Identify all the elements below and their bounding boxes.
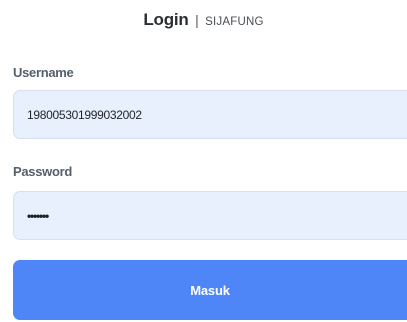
password-label: Password (13, 164, 73, 179)
username-field[interactable]: 198005301999032002 (13, 90, 407, 139)
password-masked-value: ••••••• (27, 208, 49, 223)
title-separator: | (195, 12, 199, 28)
app-name: SIJAFUNG (205, 16, 264, 28)
username-value: 198005301999032002 (27, 107, 142, 122)
login-button-label: Masuk (190, 282, 230, 298)
page-heading: Login | SIJAFUNG (0, 10, 407, 32)
login-button[interactable]: Masuk (13, 260, 407, 320)
login-page: Login | SIJAFUNG Username 19800530199903… (0, 0, 407, 322)
page-title: Login (143, 10, 189, 29)
password-field[interactable]: ••••••• (13, 191, 407, 240)
username-label: Username (13, 65, 74, 80)
